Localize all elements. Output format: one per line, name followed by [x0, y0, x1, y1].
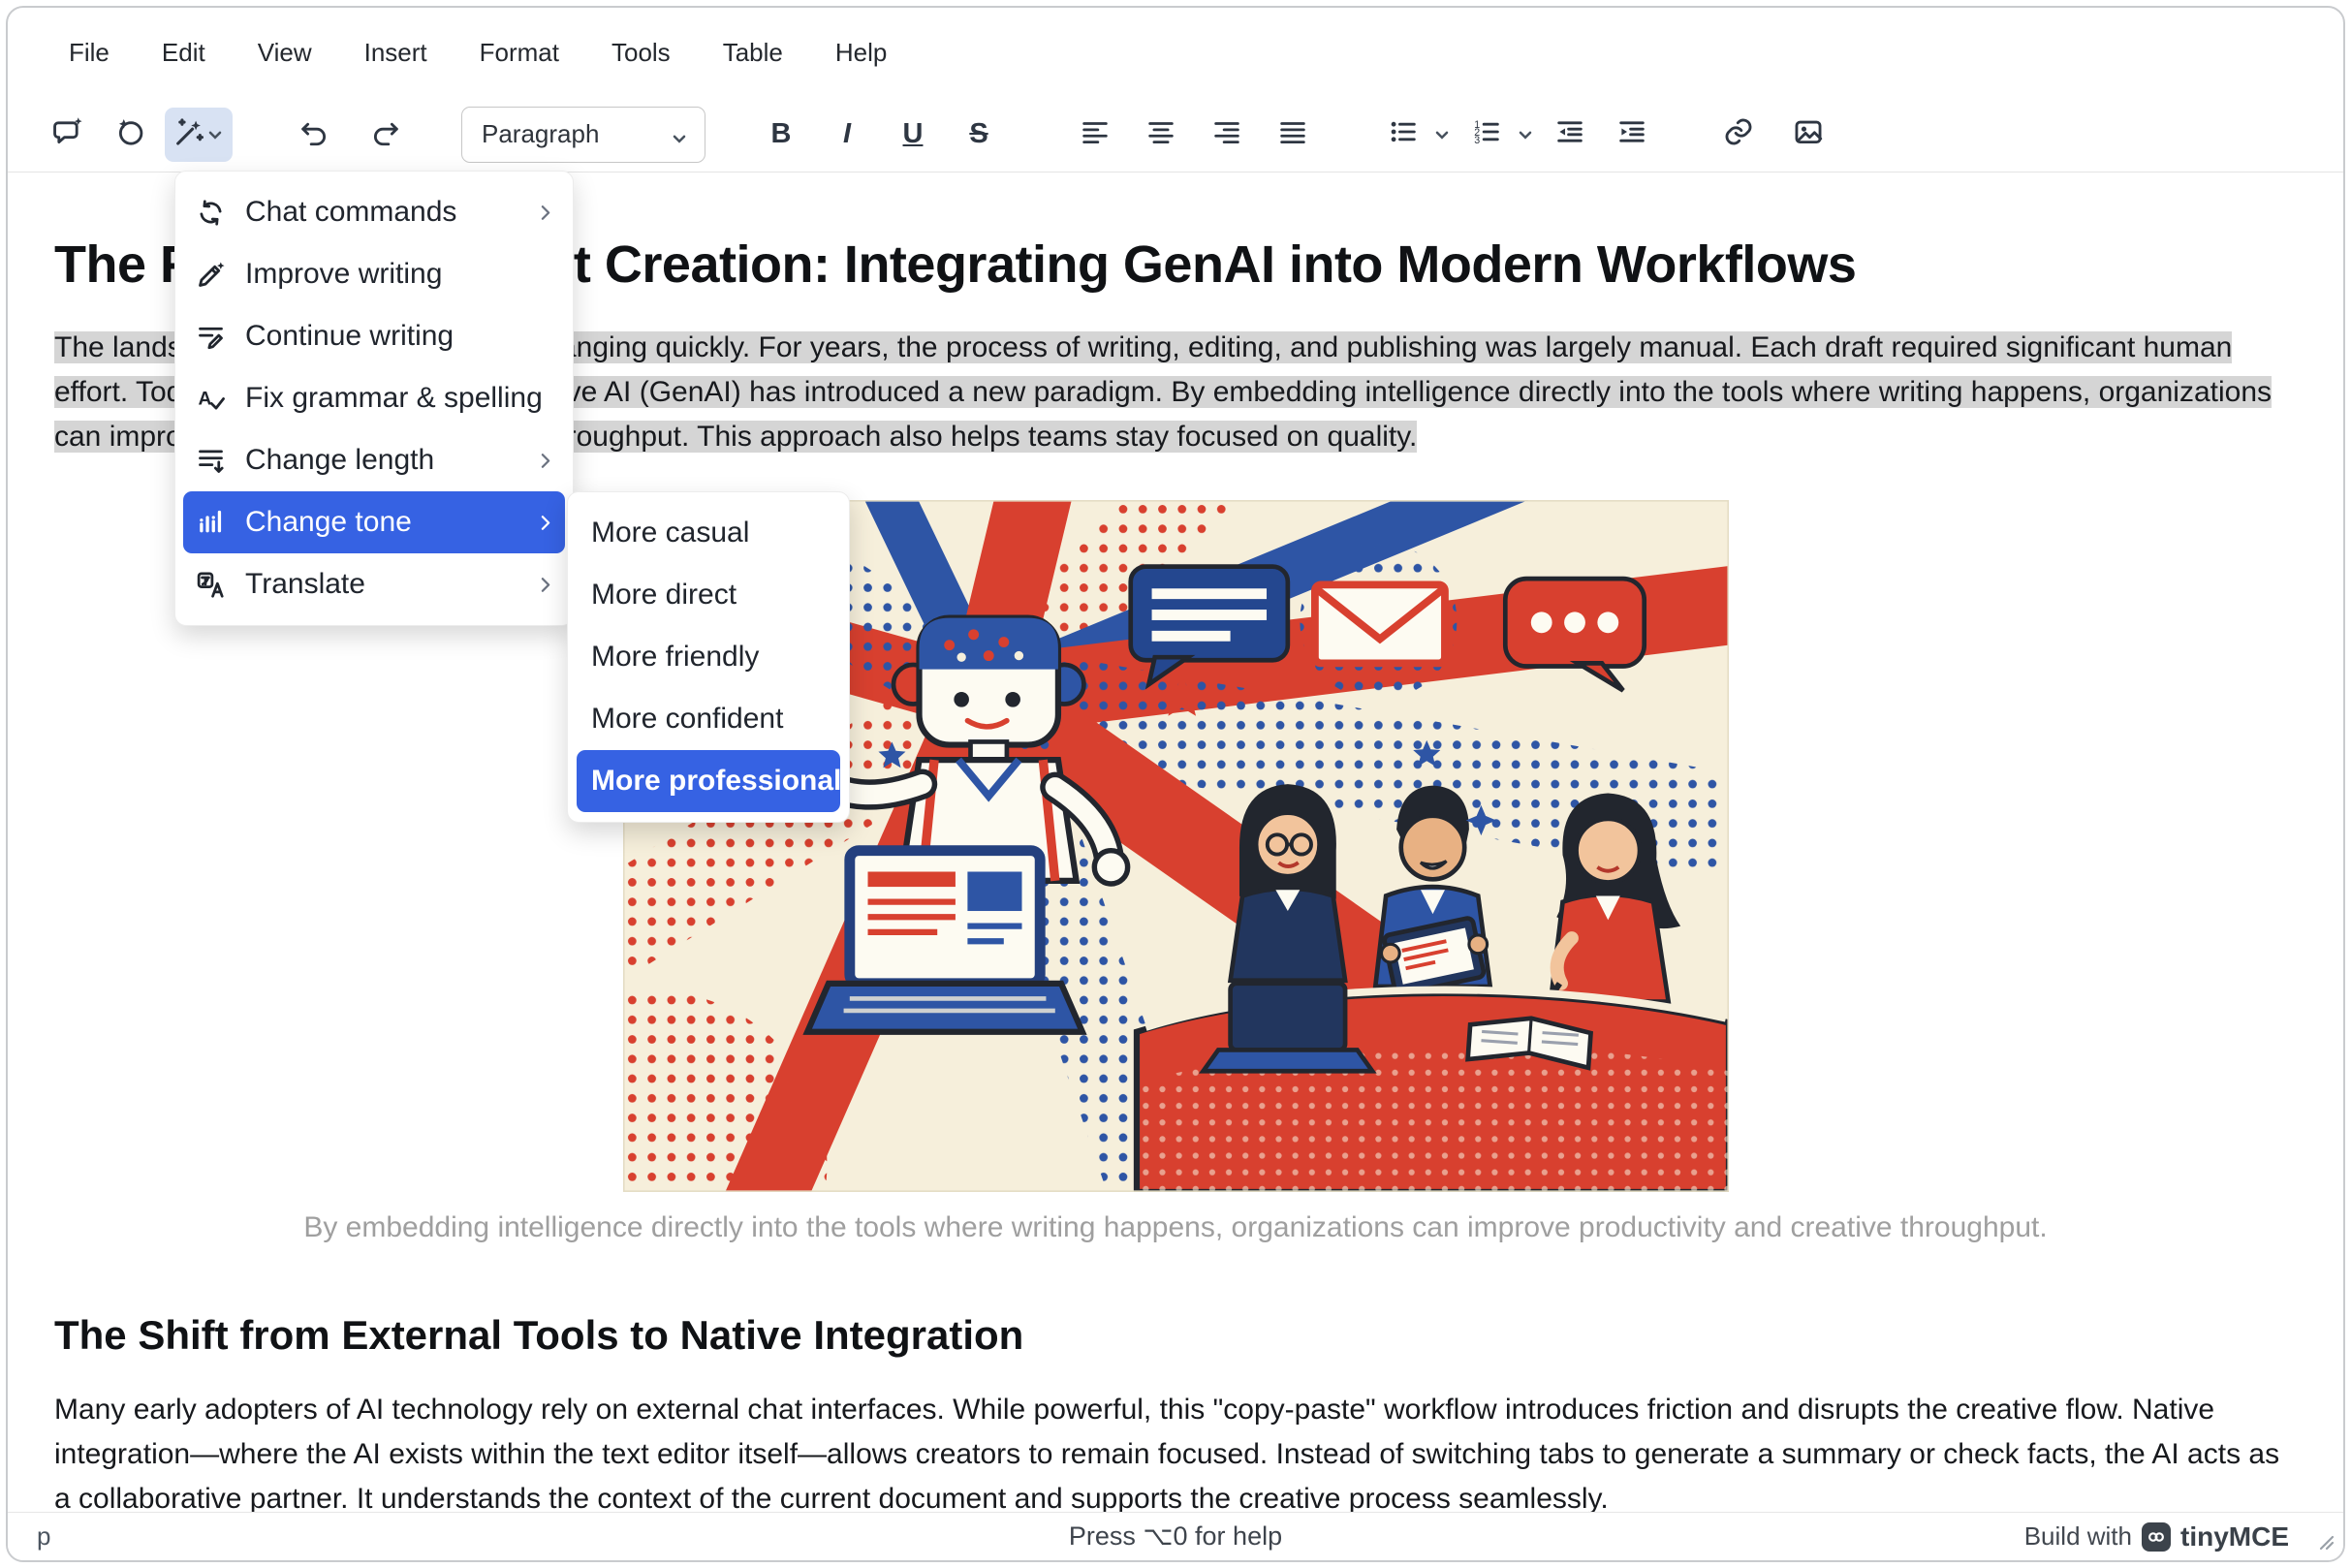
- chat-commands-icon: [193, 195, 228, 230]
- caret-down-icon[interactable]: [1516, 125, 1535, 144]
- improve-writing-icon: [193, 257, 228, 292]
- undo-button[interactable]: [287, 108, 341, 162]
- paragraph-style-select[interactable]: Paragraph: [461, 107, 705, 163]
- ai-menu-item-fix-grammar[interactable]: A Fix grammar & spelling: [175, 367, 573, 429]
- change-length-icon: [193, 443, 228, 478]
- align-right-button[interactable]: [1200, 108, 1254, 162]
- menu-tools[interactable]: Tools: [585, 26, 697, 79]
- status-bar: p Press ⌥0 for help Build with tinyMCE: [8, 1512, 2343, 1560]
- bold-button[interactable]: B: [754, 108, 808, 162]
- resize-handle[interactable]: [2316, 1532, 2335, 1556]
- menu-view[interactable]: View: [232, 26, 338, 79]
- ai-sparkle-circle-icon: [113, 115, 146, 153]
- tinymce-logo-icon: [2142, 1522, 2171, 1552]
- editor-window: File Edit View Insert Format Tools Table…: [6, 6, 2345, 1562]
- chevron-right-icon: [533, 449, 557, 473]
- image-icon: [1792, 115, 1825, 153]
- tone-item-more-professional[interactable]: More professional: [577, 750, 840, 812]
- strikethrough-button[interactable]: S: [952, 108, 1006, 162]
- bullet-list-icon: [1387, 115, 1420, 153]
- insert-image-button[interactable]: [1781, 108, 1835, 162]
- ai-menu-item-translate[interactable]: Translate: [175, 553, 573, 615]
- caret-down-icon[interactable]: [1432, 125, 1452, 144]
- tone-item-more-confident[interactable]: More confident: [568, 688, 849, 750]
- ai-menu-item-continue-writing[interactable]: Continue writing: [175, 305, 573, 367]
- align-left-button[interactable]: [1068, 108, 1122, 162]
- menu-table[interactable]: Table: [697, 26, 809, 79]
- caret-down-icon: [205, 125, 225, 144]
- ai-sparkle-button[interactable]: [103, 108, 157, 162]
- branding-prefix: Build with: [2024, 1521, 2132, 1552]
- redo-icon: [369, 115, 402, 153]
- continue-writing-icon: [193, 319, 228, 354]
- outdent-button[interactable]: [1543, 108, 1597, 162]
- translate-icon: [193, 567, 228, 602]
- menu-help[interactable]: Help: [809, 26, 913, 79]
- undo-icon: [298, 115, 330, 153]
- change-tone-submenu: More casual More direct More friendly Mo…: [567, 491, 850, 823]
- outdent-icon: [1553, 115, 1586, 153]
- link-button[interactable]: [1711, 108, 1766, 162]
- italic-button[interactable]: I: [820, 108, 874, 162]
- numbered-list-button[interactable]: 123: [1459, 108, 1514, 162]
- branding-name: tinyMCE: [2180, 1521, 2289, 1552]
- magic-wand-icon: [172, 115, 205, 153]
- indent-icon: [1615, 115, 1648, 153]
- redo-button[interactable]: [359, 108, 413, 162]
- section-heading: The Shift from External Tools to Native …: [54, 1312, 2297, 1359]
- menu-edit[interactable]: Edit: [136, 26, 232, 79]
- align-justify-button[interactable]: [1266, 108, 1320, 162]
- ai-chat-icon: [51, 115, 84, 153]
- menu-format[interactable]: Format: [454, 26, 585, 79]
- tone-item-more-casual[interactable]: More casual: [568, 502, 849, 564]
- align-center-icon: [1144, 115, 1177, 153]
- tone-item-more-friendly[interactable]: More friendly: [568, 626, 849, 688]
- body-paragraph: Many early adopters of AI technology rel…: [54, 1388, 2297, 1512]
- svg-text:3: 3: [1474, 135, 1480, 146]
- svg-text:A: A: [198, 389, 211, 409]
- help-shortcut-text: Press ⌥0 for help: [1069, 1521, 1282, 1552]
- ai-chat-button[interactable]: [41, 108, 95, 162]
- ai-dropdown-menu: Chat commands Improve writing Continue w…: [174, 171, 574, 626]
- fix-grammar-icon: A: [193, 381, 228, 416]
- ai-menu-item-change-length[interactable]: Change length: [175, 429, 573, 491]
- underline-button[interactable]: U: [886, 108, 940, 162]
- chevron-right-icon: [533, 573, 557, 597]
- align-left-icon: [1079, 115, 1112, 153]
- ai-menu-item-change-tone[interactable]: Change tone: [183, 491, 565, 553]
- caret-down-icon: [670, 125, 689, 144]
- ai-menu-item-chat-commands[interactable]: Chat commands: [175, 181, 573, 243]
- align-justify-icon: [1276, 115, 1309, 153]
- menu-file[interactable]: File: [43, 26, 136, 79]
- menu-insert[interactable]: Insert: [338, 26, 454, 79]
- align-center-button[interactable]: [1134, 108, 1188, 162]
- ai-menu-item-improve-writing[interactable]: Improve writing: [175, 243, 573, 305]
- tone-item-more-direct[interactable]: More direct: [568, 564, 849, 626]
- bullet-list-button[interactable]: [1376, 108, 1430, 162]
- branding[interactable]: Build with tinyMCE: [2024, 1521, 2289, 1552]
- chevron-right-icon: [533, 511, 557, 535]
- change-tone-icon: [193, 505, 228, 540]
- toolbar: Paragraph B I U S: [8, 97, 2343, 172]
- link-icon: [1722, 115, 1755, 153]
- image-caption: By embedding intelligence directly into …: [54, 1211, 2297, 1244]
- indent-button[interactable]: [1605, 108, 1659, 162]
- menu-bar: File Edit View Insert Format Tools Table…: [8, 8, 2343, 97]
- ai-shortcuts-button[interactable]: [165, 108, 233, 162]
- align-right-icon: [1210, 115, 1243, 153]
- element-path[interactable]: p: [37, 1521, 50, 1552]
- chevron-right-icon: [533, 201, 557, 225]
- numbered-list-icon: 123: [1470, 115, 1503, 153]
- paragraph-style-label: Paragraph: [482, 119, 599, 149]
